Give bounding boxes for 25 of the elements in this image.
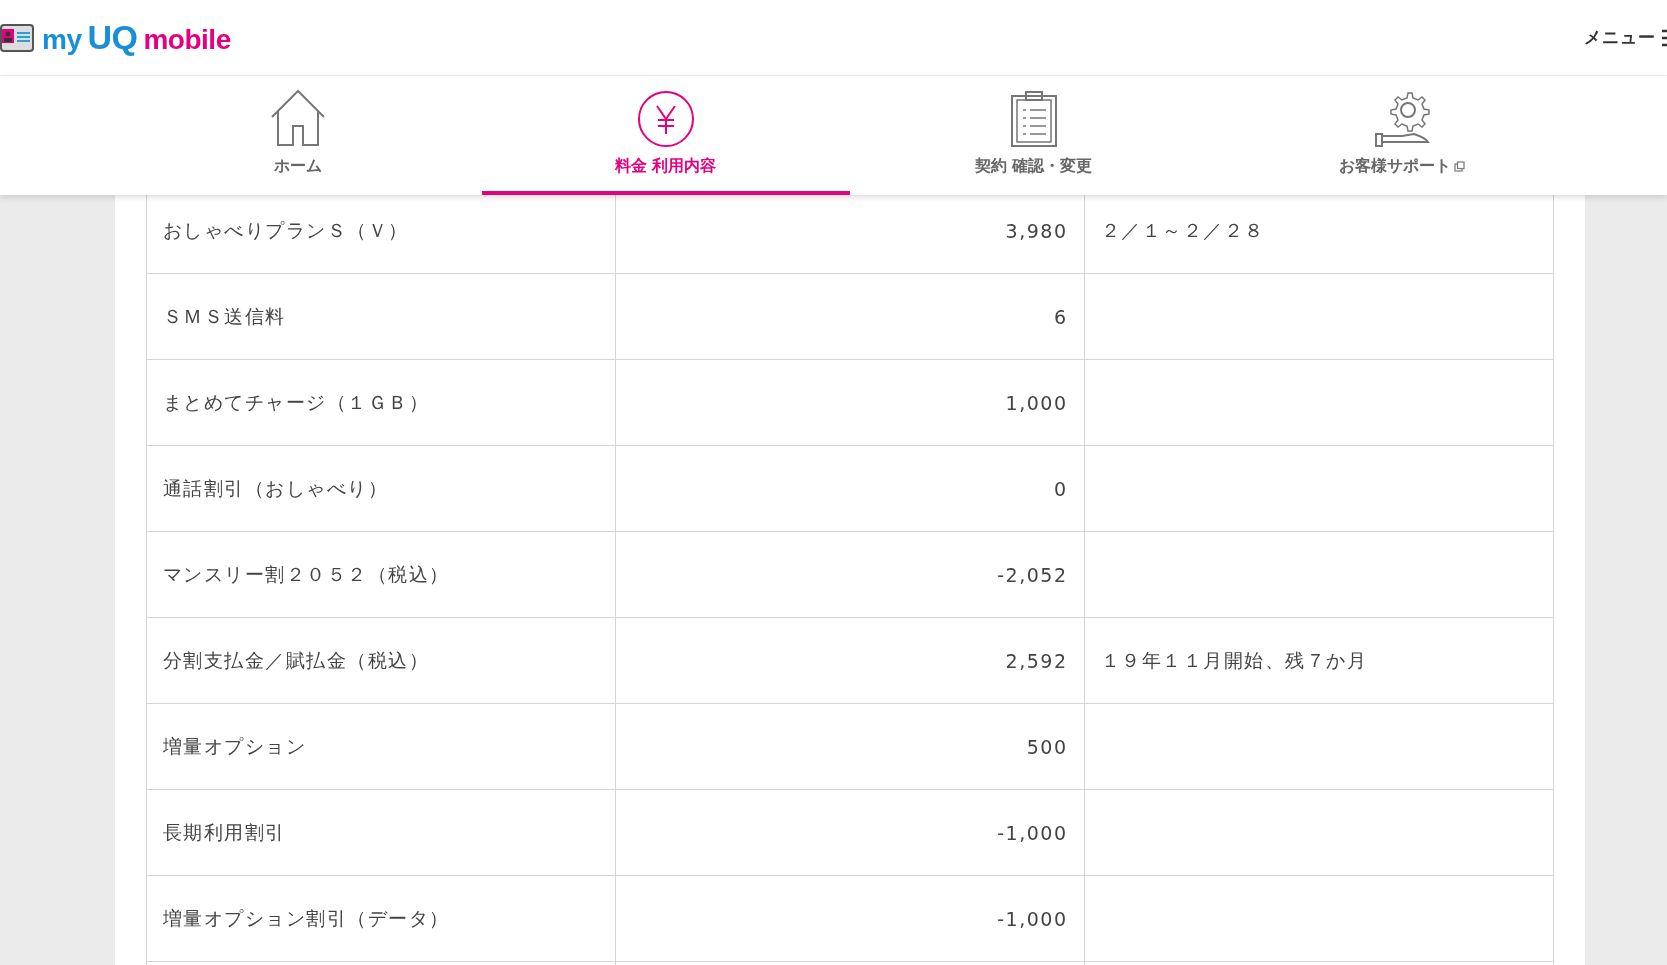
table-cell: ＳＭＳ送信料: [146, 273, 615, 360]
table-cell: 増量オプション割引（データ）: [146, 875, 615, 962]
table-cell: 0: [615, 445, 1084, 532]
table-cell: 通話割引（おしゃべり）: [146, 445, 615, 532]
menu-label[interactable]: メニュー: [1584, 26, 1656, 49]
table-cell: 分割支払金／賦払金（税込）: [146, 617, 615, 704]
logo[interactable]: my UQ mobile: [42, 18, 231, 57]
table-cell: 長期利用割引: [146, 789, 615, 876]
table-cell: マンスリー割２０５２（税込）: [146, 531, 615, 618]
table-cell: １９年１１月開始、残７か月: [1084, 617, 1553, 704]
table-cell: 2,592: [615, 617, 1084, 704]
nav-tab[interactable]: ホーム: [113, 76, 482, 195]
table-cell: -1,000: [615, 875, 1084, 962]
nav-tab[interactable]: お客様サポート: [1217, 76, 1586, 195]
table-cell: 1,000: [615, 359, 1084, 446]
table-cell: ２／１～２／２８: [1084, 195, 1553, 274]
table-cell: おしゃべりプランＳ（Ｖ）: [146, 195, 615, 274]
table-cell: 増量オプション: [146, 703, 615, 790]
table-cell: 6: [615, 273, 1084, 360]
table-cell: 500: [615, 703, 1084, 790]
table-cell: -1,000: [615, 789, 1084, 876]
table-cell: 3,980: [615, 195, 1084, 274]
table-cell: -2,052: [615, 531, 1084, 618]
table-cell: まとめてチャージ（１ＧＢ）: [146, 359, 615, 446]
nav-tab[interactable]: 契約 確認・変更: [849, 76, 1218, 195]
